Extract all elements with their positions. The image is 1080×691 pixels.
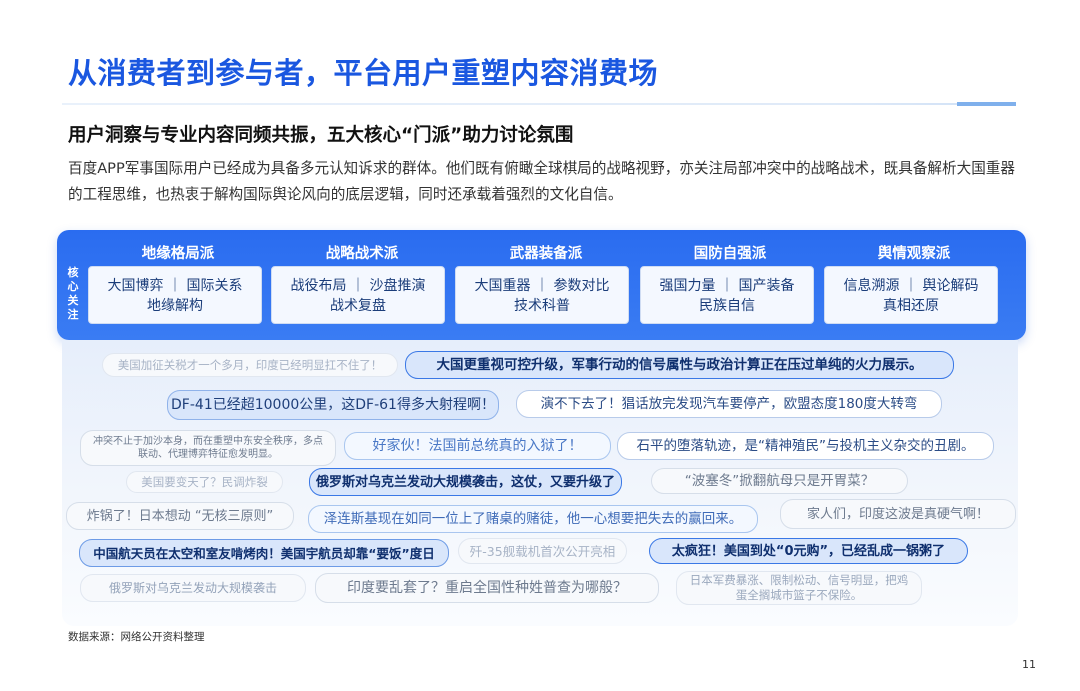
comment-pill: 美国加征关税才一个多月，印度已经明显扛不住了！ bbox=[102, 353, 398, 377]
comment-pill: 美国要变天了？民调炸裂 bbox=[126, 471, 283, 493]
comment-pill: 演不下去了！猖话放完发现汽车要停产，欧盟态度180度大转弯 bbox=[516, 390, 942, 418]
title-divider-accent bbox=[957, 102, 1016, 106]
section-title-defense: 国防自强派 bbox=[693, 246, 767, 262]
section-card-strategy: 战役布局 ｜ 沙盘推演 战术复盘 bbox=[271, 266, 445, 324]
core-focus-panel: 核 心 关 注 地缘格局派 战略战术派 武器装备派 国防自强派 舆情观察派 大国… bbox=[57, 230, 1026, 340]
comment-pill: 大国更重视可控升级，军事行动的信号属性与政治计算正在压过单纯的火力展示。 bbox=[405, 351, 954, 379]
core-focus-label: 核 心 关 注 bbox=[67, 266, 79, 321]
comment-pill: 俄罗斯对乌克兰发动大规模袭击 bbox=[80, 574, 306, 602]
section-card-geopolitics: 大国博弈 ｜ 国际关系 地缘解构 bbox=[88, 266, 262, 324]
comment-pill: 好家伙！法国前总统真的入狱了！ bbox=[344, 432, 611, 460]
section-title-strategy: 战略战术派 bbox=[325, 246, 399, 262]
title-divider bbox=[62, 103, 1016, 105]
page-title: 从消费者到参与者，平台用户重塑内容消费场 bbox=[68, 56, 659, 90]
comment-pill: 太疯狂！美国到处“0元购”，已经乱成一锅粥了 bbox=[649, 538, 968, 564]
page-number: 11 bbox=[1022, 658, 1036, 671]
comment-pill: 家人们，印度这波是真硬气啊！ bbox=[780, 499, 1016, 529]
comment-pill: 泽连斯基现在如同一位上了赌桌的赌徒，他一心想要把失去的赢回来。 bbox=[308, 505, 758, 533]
section-card-opinion: 信息溯源 ｜ 舆论解码 真相还原 bbox=[824, 266, 998, 324]
section-title-geopolitics: 地缘格局派 bbox=[141, 246, 215, 262]
comment-pill: 石平的堕落轨迹，是“精神殖民”与投机主义杂交的丑剧。 bbox=[617, 432, 994, 460]
comment-pill: 冲突不止于加沙本身，而在重塑中东安全秩序，多点联动、代理博弈特征愈发明显。 bbox=[80, 430, 336, 466]
comment-pill: 俄罗斯对乌克兰发动大规模袭击，这仗，又要升级了 bbox=[309, 468, 622, 496]
section-title-opinion: 舆情观察派 bbox=[877, 246, 951, 262]
data-source: 数据来源：网络公开资料整理 bbox=[68, 631, 205, 643]
comment-pill: 日本军费暴涨、限制松动、信号明显，把鸡蛋全搁城市篮子不保险。 bbox=[676, 571, 922, 605]
comment-pill: 中国航天员在太空和室友啃烤肉！美国宇航员却靠“要饭”度日 bbox=[79, 539, 449, 567]
description: 百度APP军事国际用户已经成为具备多元认知诉求的群体。他们既有俯瞰全球棋局的战略… bbox=[68, 160, 1015, 203]
section-card-defense: 强国力量 ｜ 国产装备 民族自信 bbox=[640, 266, 814, 324]
subtitle: 用户洞察与专业内容同频共振，五大核心“门派”助力讨论氛围 bbox=[68, 125, 574, 146]
section-title-weapons: 武器装备派 bbox=[509, 246, 583, 262]
comment-pill: 炸锅了！日本想动 “无核三原则” bbox=[66, 502, 294, 530]
comment-pill: DF-41已经超10000公里，这DF-61得多大射程啊！ bbox=[167, 390, 499, 420]
comment-pill: “波塞冬”掀翻航母只是开胃菜？ bbox=[651, 468, 908, 494]
section-card-weapons: 大国重器 ｜ 参数对比 技术科普 bbox=[455, 266, 629, 324]
comment-pill: 歼-35舰载机首次公开亮相 bbox=[458, 538, 627, 564]
comment-pill: 印度要乱套了？重启全国性种姓普查为哪般？ bbox=[315, 573, 659, 603]
